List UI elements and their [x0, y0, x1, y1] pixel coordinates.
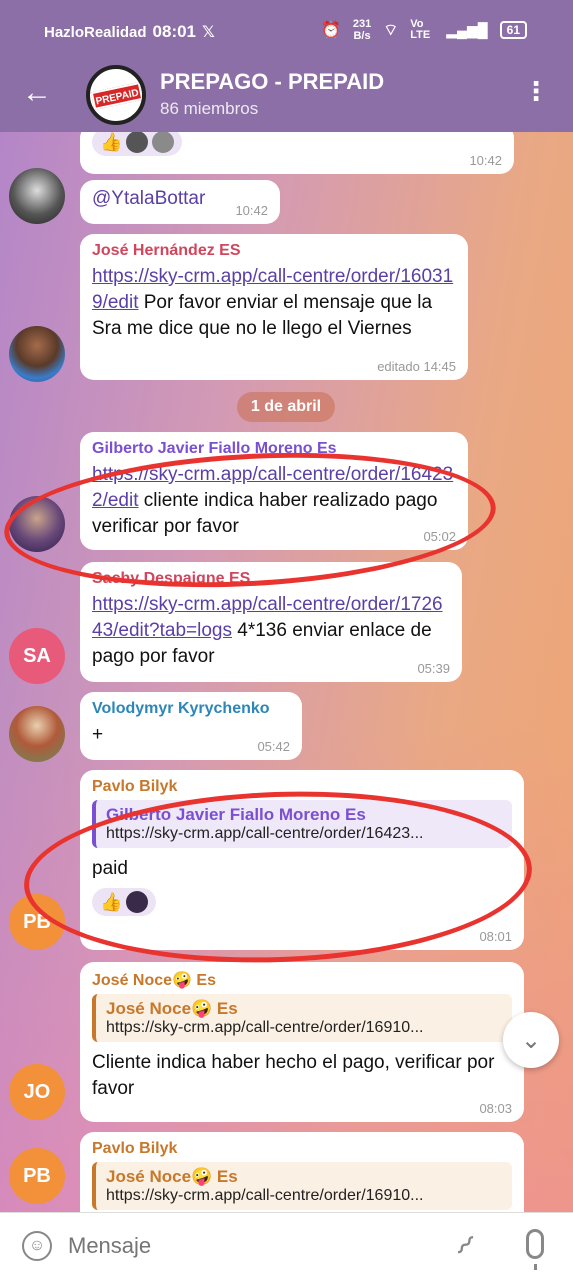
avatar[interactable] — [9, 496, 65, 552]
reply-text: https://sky-crm.app/call-centre/order/16… — [106, 1019, 424, 1036]
message-time: 10:42 — [235, 203, 268, 218]
avatar[interactable] — [9, 326, 65, 382]
sender-name[interactable]: Pavlo Bilyk — [92, 778, 512, 796]
message-bubble[interactable]: Pavlo Bilyk Gilberto Javier Fiallo Moren… — [80, 770, 524, 950]
message-bubble[interactable]: José Hernández ES https://sky-crm.app/ca… — [80, 234, 468, 380]
network-speed: 231 B/s — [352, 18, 372, 42]
reply-quote[interactable]: José Noce🤪 Es https://sky-crm.app/call-c… — [92, 1162, 512, 1210]
chat-header: ← PREPAID PREPAGO - PREPAID 86 miembros … — [0, 62, 573, 132]
message-bubble[interactable]: Gilberto Javier Fiallo Moreno Es https:/… — [80, 432, 468, 550]
reply-sender: José Noce🤪 Es — [106, 1167, 238, 1186]
message-text: https://sky-crm.app/call-centre/order/16… — [92, 462, 456, 540]
message-time: 08:01 — [479, 929, 512, 944]
avatar[interactable]: PB — [9, 1148, 65, 1204]
message-bubble[interactable]: Sachy Despaigne ES https://sky-crm.app/c… — [80, 562, 462, 682]
avatar[interactable]: PB — [9, 894, 65, 950]
avatar[interactable]: JO — [9, 1064, 65, 1120]
status-right: ⏰ 231 B/s ⌔ Vo LTE ▂▄▆█ 61 — [321, 18, 527, 42]
message-body: cliente indica haber realizado pago veri… — [92, 490, 438, 537]
reply-text: https://sky-crm.app/call-centre/order/16… — [106, 825, 424, 842]
chevron-down-icon: ⌄ — [520, 1026, 542, 1054]
more-options-icon[interactable]: ⋮ — [523, 76, 549, 106]
thumbs-up-icon: 👍 — [100, 891, 123, 912]
microphone-icon[interactable] — [526, 1229, 544, 1270]
date-separator: 1 de abril — [237, 392, 335, 422]
status-left: HazloRealidad 08:01 𝕏 — [44, 22, 215, 42]
message-bubble[interactable]: José Noce🤪 Es José Noce🤪 Es https://sky-… — [80, 962, 524, 1122]
volte-label: Vo LTE — [410, 18, 431, 41]
reply-text: https://sky-crm.app/call-centre/order/16… — [106, 1187, 424, 1204]
status-bar: HazloRealidad 08:01 𝕏 ⏰ 231 B/s ⌔ Vo LTE… — [0, 0, 573, 62]
message-time: 10:42 — [469, 153, 502, 168]
message-bubble[interactable]: Pavlo Bilyk José Noce🤪 Es https://sky-cr… — [80, 1132, 524, 1212]
reply-quote[interactable]: José Noce🤪 Es https://sky-crm.app/call-c… — [92, 994, 512, 1042]
message-input-bar: ☺ ⌇ — [0, 1212, 573, 1280]
message-time: 05:02 — [423, 529, 456, 544]
alarm-icon: ⏰ — [320, 22, 341, 39]
message-time: 05:39 — [417, 661, 450, 676]
message-bubble[interactable]: Volodymyr Kyrychenko + 05:42 — [80, 692, 302, 760]
message-input[interactable] — [68, 1233, 428, 1259]
sender-name[interactable]: Volodymyr Kyrychenko — [92, 700, 290, 718]
reactor-avatar — [126, 132, 149, 153]
battery-indicator: 61 — [499, 21, 527, 39]
scroll-down-button[interactable]: ⌄ — [503, 1012, 559, 1068]
thumbs-up-icon: 👍 — [100, 132, 123, 152]
sender-name[interactable]: José Noce🤪 Es — [92, 970, 512, 990]
prepaid-stamp-logo: PREPAID — [90, 81, 142, 111]
reactor-avatar — [126, 891, 149, 913]
message-time: 05:42 — [257, 739, 290, 754]
x-logo-icon: 𝕏 — [202, 24, 215, 41]
carrier-name: HazloRealidad — [44, 23, 147, 41]
group-avatar[interactable]: PREPAID — [86, 65, 146, 125]
emoji-icon[interactable]: ☺ — [22, 1231, 52, 1261]
signal-icon: ▂▄▆█ — [446, 21, 488, 38]
message-text: https://sky-crm.app/call-centre/order/17… — [92, 592, 450, 670]
message-text: https://sky-crm.app/call-centre/order/16… — [92, 264, 456, 342]
message-time: 08:03 — [479, 1101, 512, 1116]
reply-sender: José Noce🤪 Es — [106, 999, 238, 1018]
sender-name[interactable]: Gilberto Javier Fiallo Moreno Es — [92, 440, 456, 458]
sender-name[interactable]: José Hernández ES — [92, 242, 456, 260]
chat-area[interactable]: 👍 10:42 @YtalaBottar 10:42 José Hernánde… — [0, 132, 573, 1212]
message-body: paid — [92, 858, 128, 879]
avatar[interactable]: SA — [9, 628, 65, 684]
chat-title[interactable]: PREPAGO - PREPAID — [160, 69, 384, 95]
wifi-icon: ⌔ — [383, 22, 399, 39]
message-time: editado 14:45 — [377, 359, 456, 374]
message-bubble[interactable]: 👍 10:42 — [80, 132, 514, 174]
member-count: 86 miembros — [160, 99, 259, 118]
reaction-bar[interactable]: 👍 — [92, 132, 183, 156]
sender-name[interactable]: Sachy Despaigne ES — [92, 570, 450, 588]
reply-quote[interactable]: Gilberto Javier Fiallo Moreno Es https:/… — [92, 800, 512, 848]
mention-link[interactable]: @YtalaBottar — [92, 188, 205, 209]
attach-icon[interactable]: ⌇ — [448, 1229, 481, 1262]
reply-sender: Gilberto Javier Fiallo Moreno Es — [106, 805, 366, 824]
avatar[interactable] — [9, 168, 65, 224]
sender-name[interactable]: Pavlo Bilyk — [92, 1140, 512, 1158]
back-arrow-icon[interactable]: ← — [22, 76, 52, 110]
reaction-bar[interactable]: 👍 — [92, 888, 157, 916]
clock: 08:01 — [152, 22, 197, 41]
avatar[interactable] — [9, 706, 65, 762]
message-body: Cliente indica haber hecho el pago, veri… — [92, 1052, 495, 1099]
reactor-avatar — [152, 132, 175, 153]
message-bubble[interactable]: @YtalaBottar 10:42 — [80, 180, 280, 224]
message-body: Por favor enviar el mensaje que la Sra m… — [92, 292, 433, 339]
